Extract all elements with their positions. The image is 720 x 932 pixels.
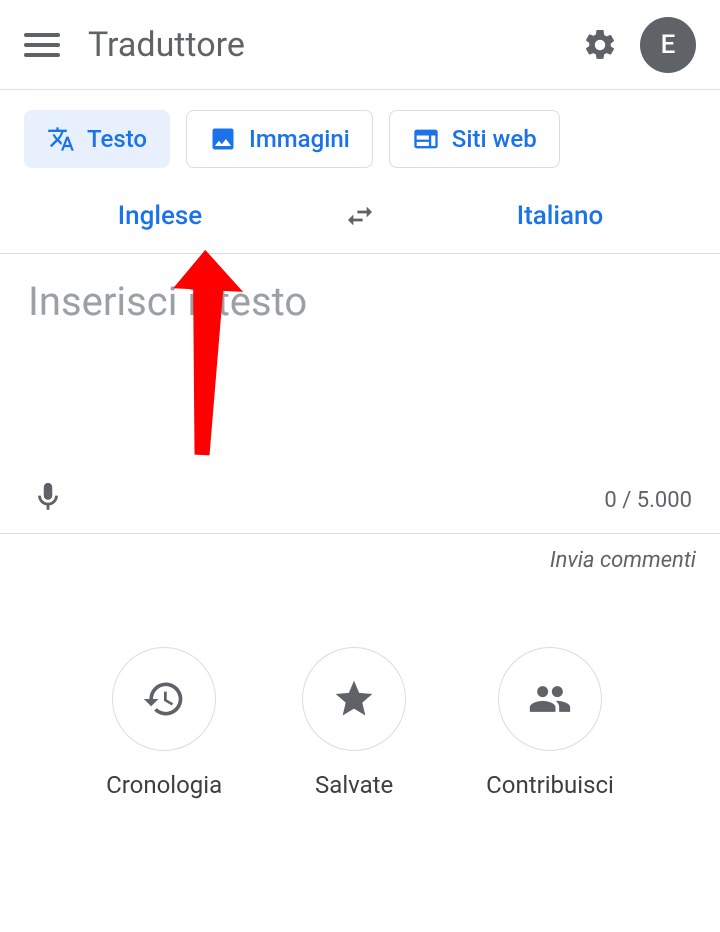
send-feedback-link[interactable]: Invia commenti [0, 534, 720, 587]
image-icon [209, 125, 237, 153]
translate-icon [47, 125, 75, 153]
star-icon [332, 677, 376, 721]
mode-tabs: Testo Immagini Siti web [0, 90, 720, 178]
tab-text[interactable]: Testo [24, 110, 170, 168]
history-label: Cronologia [106, 771, 222, 799]
history-icon-circle [112, 647, 216, 751]
people-icon [528, 677, 572, 721]
source-language-button[interactable]: Inglese [0, 201, 320, 231]
tab-websites[interactable]: Siti web [389, 110, 560, 168]
saved-label: Salvate [315, 771, 393, 799]
target-language-button[interactable]: Italiano [400, 201, 720, 231]
history-button[interactable]: Cronologia [106, 647, 222, 799]
app-header: Traduttore E [0, 0, 720, 90]
account-avatar[interactable]: E [640, 17, 696, 73]
history-icon [142, 677, 186, 721]
app-title: Traduttore [88, 25, 580, 65]
swap-languages-button[interactable] [320, 200, 400, 232]
settings-button[interactable] [580, 25, 620, 65]
menu-icon[interactable] [24, 27, 60, 63]
website-icon [412, 125, 440, 153]
bottom-nav: Cronologia Salvate Contribuisci [0, 647, 720, 799]
contribute-icon-circle [498, 647, 602, 751]
saved-button[interactable]: Salvate [302, 647, 406, 799]
language-bar: Inglese Italiano [0, 178, 720, 254]
character-counter: 0 / 5.000 [604, 488, 692, 513]
input-area: Inserisci il testo 0 / 5.000 [0, 254, 720, 534]
contribute-button[interactable]: Contribuisci [486, 647, 614, 799]
tab-images[interactable]: Immagini [186, 110, 373, 168]
microphone-button[interactable] [28, 477, 68, 517]
avatar-letter: E [661, 30, 676, 60]
tab-images-label: Immagini [249, 125, 350, 153]
microphone-icon [31, 480, 65, 514]
tab-websites-label: Siti web [452, 125, 537, 153]
gear-icon [582, 27, 618, 63]
tab-text-label: Testo [87, 125, 147, 153]
swap-icon [344, 200, 376, 232]
saved-icon-circle [302, 647, 406, 751]
contribute-label: Contribuisci [486, 771, 614, 799]
